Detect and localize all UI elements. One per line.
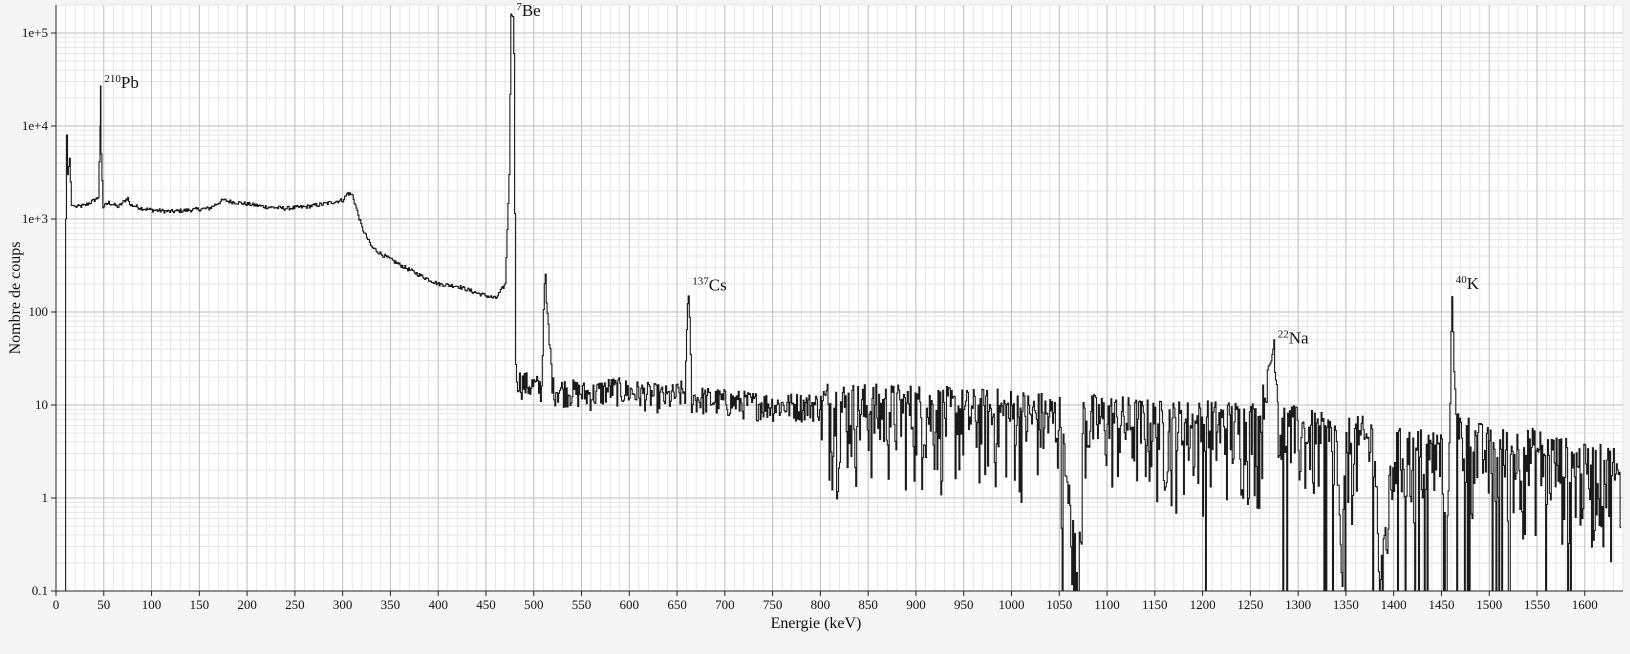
x-tick-label: 900 [906, 597, 926, 612]
x-tick-label: 300 [333, 597, 353, 612]
x-tick-label: 100 [142, 597, 162, 612]
x-tick-label: 700 [715, 597, 735, 612]
x-tick-label: 1250 [1237, 597, 1263, 612]
x-tick-label: 1100 [1094, 597, 1120, 612]
x-tick-label: 1300 [1285, 597, 1311, 612]
x-tick-label: 450 [476, 597, 496, 612]
y-tick-layer: 0.1 1 10 100 1e+3 1e+4 1e+5 [22, 25, 56, 598]
y-tick-label: 1e+5 [22, 25, 48, 40]
x-tick-label: 850 [858, 597, 878, 612]
peak-element-symbol: Pb [121, 73, 139, 92]
x-tick-label: 50 [97, 597, 110, 612]
x-tick-label: 550 [572, 597, 592, 612]
x-tick-label: 400 [428, 597, 448, 612]
y-axis-title: Nombre de coups [7, 242, 24, 355]
x-tick-layer: 0 50 100 150 200 250 300 350 400 450 500 550 600 650 7… [53, 591, 1598, 612]
x-tick-label: 650 [667, 597, 687, 612]
chart-svg: 0 50 100 150 200 250 300 350 400 450 500 550 600 650 7… [7, 1, 1624, 632]
x-tick-label: 500 [524, 597, 544, 612]
y-tick-label: 1e+4 [22, 118, 49, 133]
x-tick-label: 1350 [1333, 597, 1359, 612]
peak-mass-number: 40 [1456, 274, 1468, 286]
x-tick-label: 1000 [998, 597, 1024, 612]
peak-element-symbol: Cs [709, 275, 727, 294]
x-tick-label: 950 [954, 597, 974, 612]
peak-element-symbol: Be [522, 1, 541, 20]
peak-mass-number: 137 [692, 275, 709, 287]
x-tick-label: 1450 [1428, 597, 1454, 612]
x-tick-label: 1150 [1142, 597, 1168, 612]
x-tick-label: 200 [237, 597, 257, 612]
y-tick-label: 1e+3 [22, 211, 48, 226]
spectrum-chart: 0 50 100 150 200 250 300 350 400 450 500 550 600 650 7… [0, 0, 1630, 649]
y-tick-label: 1 [42, 490, 49, 505]
y-tick-label: 0.1 [32, 583, 48, 598]
x-tick-label: 0 [53, 597, 60, 612]
y-tick-label: 100 [29, 304, 49, 319]
x-tick-label: 1400 [1381, 597, 1407, 612]
x-tick-label: 250 [285, 597, 305, 612]
peak-element-symbol: K [1467, 274, 1480, 293]
x-tick-label: 800 [811, 597, 831, 612]
x-tick-label: 600 [620, 597, 640, 612]
x-tick-label: 1050 [1046, 597, 1072, 612]
x-tick-label: 1550 [1524, 597, 1550, 612]
peak-element-symbol: Na [1289, 329, 1309, 348]
x-tick-label: 750 [763, 597, 783, 612]
x-axis-title: Energie (keV) [771, 615, 862, 632]
x-tick-label: 150 [190, 597, 210, 612]
x-tick-label: 1200 [1190, 597, 1216, 612]
y-tick-label: 10 [35, 397, 48, 412]
x-tick-label: 350 [381, 597, 401, 612]
x-tick-label: 1500 [1476, 597, 1502, 612]
x-tick-label: 1600 [1572, 597, 1598, 612]
peak-mass-number: 22 [1278, 329, 1289, 341]
peak-mass-number: 210 [104, 73, 121, 85]
